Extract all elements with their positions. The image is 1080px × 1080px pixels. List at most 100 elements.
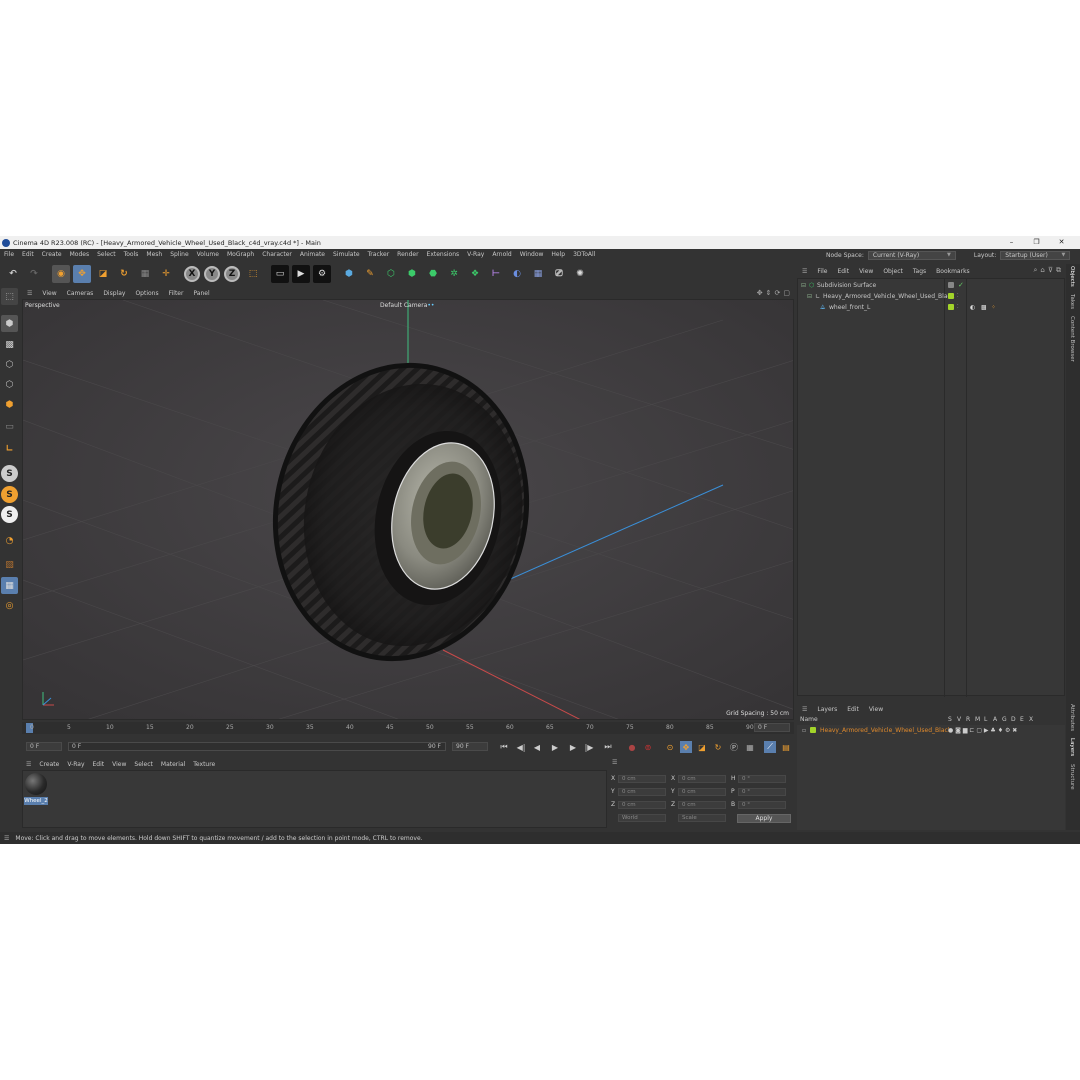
previous-key-icon[interactable]: ◀| xyxy=(515,741,527,753)
search-icon[interactable]: ⌕ xyxy=(1034,266,1038,275)
grid-icon[interactable]: ▧ xyxy=(1,556,18,573)
material-menu-create[interactable]: Create xyxy=(35,761,63,768)
material-menu-icon[interactable]: ☰ xyxy=(22,761,35,768)
texture-tag-icon[interactable]: ⁘ xyxy=(991,302,996,313)
dolly-icon[interactable]: ⇕ xyxy=(766,289,772,297)
material-menu-texture[interactable]: Texture xyxy=(189,761,219,768)
menu-mograph[interactable]: MoGraph xyxy=(223,249,258,261)
edges-mode-icon[interactable]: ⬡ xyxy=(1,376,18,393)
add-icon[interactable]: ✛ xyxy=(157,265,175,283)
key-parameter-icon[interactable]: Ⓟ xyxy=(728,741,740,753)
om-menu-tags[interactable]: Tags xyxy=(908,268,931,275)
menu-extensions[interactable]: Extensions xyxy=(423,249,464,261)
live-selection-icon[interactable]: ◉ xyxy=(52,265,70,283)
toggle-view-icon[interactable]: ▢ xyxy=(783,289,790,297)
menu-simulate[interactable]: Simulate xyxy=(329,249,364,261)
timeline-icon[interactable]: ▤ xyxy=(780,741,792,753)
workplane-icon[interactable]: ◔ xyxy=(1,532,18,549)
angle-p-field[interactable]: 0 ° xyxy=(738,788,786,796)
material-menu-material[interactable]: Material xyxy=(157,761,189,768)
uvw-tag-icon[interactable]: ▩ xyxy=(981,302,987,313)
symmetry-icon[interactable]: ◎ xyxy=(1,597,18,614)
cube-icon[interactable]: ⬢ xyxy=(340,265,358,283)
pos-y-field[interactable]: 0 cm xyxy=(618,788,666,796)
layer-color-swatch[interactable] xyxy=(810,727,816,733)
volume-icon[interactable]: ⬣ xyxy=(424,265,442,283)
deformer-icon[interactable]: ⊢ xyxy=(487,265,505,283)
undo-icon[interactable]: ↶ xyxy=(4,265,22,283)
status-menu-icon[interactable]: ☰ xyxy=(4,835,9,842)
uv-mode-icon[interactable]: ▭ xyxy=(1,418,18,435)
size-mode-dropdown[interactable]: Scale xyxy=(678,814,726,822)
keyframe-selection-icon[interactable]: ⊙ xyxy=(664,741,676,753)
locked-workplane-icon[interactable]: ▦ xyxy=(1,577,18,594)
menu-vray[interactable]: V-Ray xyxy=(463,249,488,261)
polygons-mode-icon[interactable]: ⬢ xyxy=(1,396,18,413)
interpolation-icon[interactable]: ⟋ xyxy=(764,741,776,753)
tab-structure[interactable]: Structure xyxy=(1069,764,1075,790)
recent-tools-icon[interactable]: ▦ xyxy=(136,265,154,283)
layer-row[interactable]: ▫ Heavy_Armored_Vehicle_Wheel_Used_Black… xyxy=(797,725,1065,736)
viewport-menu-options[interactable]: Options xyxy=(130,290,163,297)
maximize-button[interactable]: ❐ xyxy=(1024,236,1049,249)
om-menu-object[interactable]: Object xyxy=(878,268,908,275)
size-z-field[interactable]: 0 cm xyxy=(678,801,726,809)
texture-mode-icon[interactable]: ▩ xyxy=(1,336,18,353)
viewport-menu-display[interactable]: Display xyxy=(98,290,130,297)
object-row[interactable]: ⟁ wheel_front_L ⁚ ◐ ▩ ⁘ xyxy=(798,302,1066,313)
apply-button[interactable]: Apply xyxy=(737,814,791,823)
go-to-end-icon[interactable]: ⏭ xyxy=(602,741,614,753)
menu-modes[interactable]: Modes xyxy=(66,249,93,261)
material-menu-edit[interactable]: Edit xyxy=(89,761,109,768)
layer-flags-icon[interactable]: ● ◙ ▆ ⊏ ▢ ▶ ♣ ♦ ⚙ ✖ xyxy=(948,725,1017,736)
viewport-menu-view[interactable]: View xyxy=(37,290,61,297)
quantize-icon[interactable]: S xyxy=(1,506,18,523)
menu-spline[interactable]: Spline xyxy=(166,249,192,261)
menu-character[interactable]: Character xyxy=(258,249,296,261)
filter-icon[interactable]: ⊽ xyxy=(1048,266,1053,275)
menu-render[interactable]: Render xyxy=(393,249,422,261)
layer-menu-layers[interactable]: Layers xyxy=(812,706,842,713)
array-icon[interactable]: ⬢ xyxy=(403,265,421,283)
menu-select[interactable]: Select xyxy=(93,249,120,261)
material-menu-vray[interactable]: V-Ray xyxy=(63,761,88,768)
axis-x-button[interactable]: X xyxy=(184,266,200,282)
scale-icon[interactable]: ◪ xyxy=(94,265,112,283)
home-icon[interactable]: ⌂ xyxy=(1040,266,1044,275)
size-y-field[interactable]: 0 cm xyxy=(678,788,726,796)
close-button[interactable]: ✕ xyxy=(1049,236,1074,249)
menu-window[interactable]: Window xyxy=(516,249,548,261)
perspective-viewport[interactable]: Perspective Default Camera•• Grid Spacin… xyxy=(22,299,794,720)
pen-icon[interactable]: ✎ xyxy=(361,265,379,283)
menu-file[interactable]: File xyxy=(0,249,18,261)
snap-settings-icon[interactable]: S xyxy=(1,486,18,503)
points-mode-icon[interactable]: ⬡ xyxy=(1,356,18,373)
viewport-camera-label[interactable]: Default Camera•• xyxy=(380,302,434,309)
visibility-dots-icon[interactable]: ⁚ xyxy=(957,302,959,313)
menu-3dtoall[interactable]: 3DToAll xyxy=(569,249,599,261)
expand-icon[interactable]: ⊟ xyxy=(801,280,806,291)
tab-objects[interactable]: Objects xyxy=(1069,266,1075,287)
expand-icon[interactable]: ▫ xyxy=(802,725,806,736)
redo-icon[interactable]: ↷ xyxy=(25,265,43,283)
axis-z-button[interactable]: Z xyxy=(224,266,240,282)
size-x-field[interactable]: 0 cm xyxy=(678,775,726,783)
layer-color-swatch[interactable] xyxy=(948,304,954,310)
om-menu-view[interactable]: View xyxy=(854,268,878,275)
menu-create[interactable]: Create xyxy=(38,249,66,261)
layout-dropdown[interactable]: Startup (User) ▼ xyxy=(1000,250,1071,260)
angle-h-field[interactable]: 0 ° xyxy=(738,775,786,783)
menu-arnold[interactable]: Arnold xyxy=(488,249,515,261)
key-position-icon[interactable]: ✥ xyxy=(680,741,692,753)
viewport-menu-filter[interactable]: Filter xyxy=(164,290,189,297)
record-icon[interactable]: ● xyxy=(626,741,638,753)
tab-takes[interactable]: Takes xyxy=(1069,294,1075,309)
light-icon[interactable]: ✺ xyxy=(571,265,589,283)
coordinate-system-icon[interactable]: ⬚ xyxy=(244,265,262,283)
play-icon[interactable]: ▶ xyxy=(549,741,561,753)
axis-y-button[interactable]: Y xyxy=(204,266,220,282)
viewport-menu-cameras[interactable]: Cameras xyxy=(62,290,99,297)
om-menu-edit[interactable]: Edit xyxy=(832,268,854,275)
menu-volume[interactable]: Volume xyxy=(193,249,223,261)
layer-color-swatch[interactable] xyxy=(948,282,954,288)
